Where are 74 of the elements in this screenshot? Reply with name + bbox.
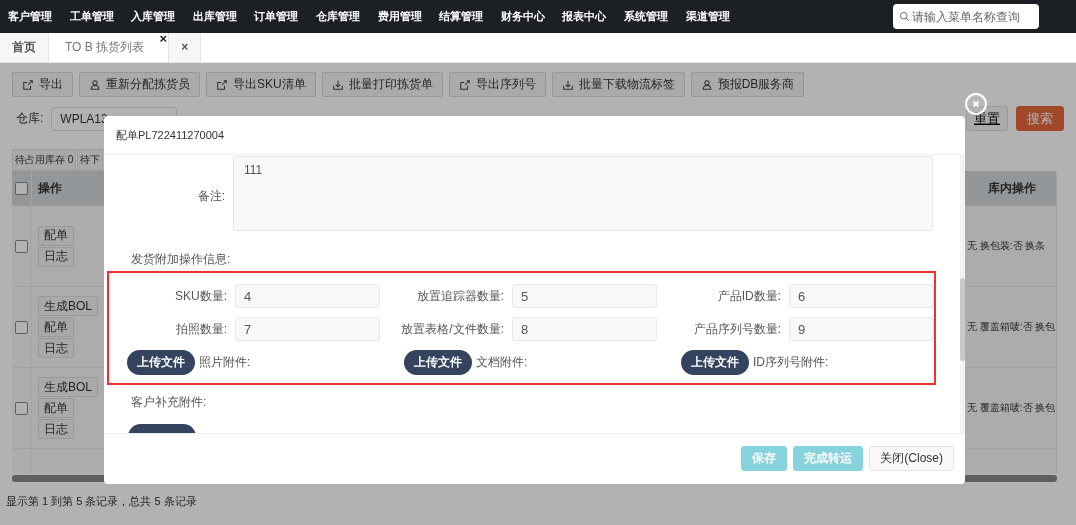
input-field[interactable]: 5 [512,284,657,308]
field-label: 产品序列号数量: [692,321,781,338]
user-icon [89,78,101,91]
checkbox[interactable] [15,401,28,415]
pagination-info: 显示第 1 到第 5 条记录，总共 5 条记录 [6,494,198,509]
toolbar-button[interactable]: 导出SKU清单 [206,72,316,97]
input-field[interactable]: 6 [789,284,934,308]
filter-label: 仓库: [16,110,44,127]
attachment-label: 照片附件: [199,353,251,371]
remark-field[interactable]: 111 [233,156,933,231]
row-action-button[interactable]: 日志 [38,246,74,267]
nav-menu-item[interactable]: 工单管理 [69,0,132,33]
nav-menu-item[interactable]: 报表中心 [562,0,624,33]
export-icon [216,78,228,91]
export-icon [22,78,34,91]
nav-menu-item[interactable]: 渠道管理 [685,0,748,33]
upload-button[interactable]: 上传文件 [681,349,749,375]
toolbar-button[interactable]: 导出 [12,72,73,97]
user-icon [700,78,713,91]
page-tab[interactable]: 首页 [0,33,49,62]
attachment-label: 文档附件: [476,353,528,371]
status-tab[interactable]: 待占用库存 0 [12,149,77,171]
toolbar-button[interactable]: 预报DB服务商 [690,72,805,97]
table-cell: 无 覆盖箱唛:否 换包 [967,320,1056,334]
nav-menu-item[interactable]: 费用管理 [377,0,440,33]
row-action-button[interactable]: 配单 [38,225,74,246]
toolbar-button[interactable]: 批量打印拣货单 [321,72,443,97]
nav-menu-item[interactable]: 财务中心 [500,0,563,33]
nav-menu-item[interactable]: 仓库管理 [315,0,378,33]
row-action-button[interactable]: 生成BOL [38,377,98,397]
section-title: 发货附加操作信息: [131,251,232,267]
field-label: 拍照数量: [174,321,227,338]
download-icon [331,78,344,91]
close-button[interactable]: 关闭(Close) [869,446,954,471]
row-action-button[interactable]: 日志 [38,419,74,439]
row-action-button[interactable]: 配单 [38,317,74,337]
input-field[interactable]: 8 [512,317,657,341]
input-field[interactable]: 9 [789,317,934,341]
close-icon [971,99,981,109]
field-label: 备注: [196,188,225,205]
status-tab[interactable]: 待下 [77,149,104,171]
table-cell: 无 覆盖箱唛:否 换包 [967,401,1056,415]
field-label: 放置追踪器数量: [415,288,504,305]
field-label: SKU数量: [174,288,227,305]
field-label: 产品ID数量: [716,288,781,305]
upload-button[interactable]: 上传文件 [127,349,195,375]
page-tab[interactable]: × [169,33,202,62]
search-icon [899,11,910,22]
upload-button[interactable]: 上传文件 [404,349,472,375]
toolbar-button[interactable]: 导出序列号 [448,72,546,97]
nav-menu-item[interactable]: 系统管理 [623,0,686,33]
nav-menu-item[interactable]: 订单管理 [254,0,316,33]
checkbox[interactable] [15,320,28,334]
scrollbar[interactable] [960,155,965,433]
nav-menu-item[interactable]: 出库管理 [192,0,255,33]
table-cell: 无 换包装:否 换条 [967,239,1046,253]
checkbox[interactable] [15,182,28,195]
toolbar-button[interactable]: 批量下载物流标签 [551,72,685,97]
download-icon [561,78,574,91]
search-field[interactable]: 请输入菜单名称查询 [893,4,1039,29]
dialog-title: 配单PL722411270004 [116,127,225,143]
attachment-label: ID序列号附件: [753,353,829,371]
input-field[interactable]: 7 [235,317,380,341]
row-action-button[interactable]: 配单 [38,398,74,418]
checkbox[interactable] [15,239,28,253]
nav-menu-item[interactable]: 客户管理 [8,0,70,33]
input-field[interactable]: 4 [235,284,380,308]
export-icon [458,78,471,91]
section-title: 客户补充附件: [131,394,208,410]
row-action-button[interactable]: 生成BOL [38,296,98,316]
field-label: 放置表格/文件数量: [400,321,504,338]
toolbar-button[interactable]: 重新分配拣货员 [79,72,200,97]
nav-menu-item[interactable]: 结算管理 [439,0,501,33]
row-action-button[interactable]: 日志 [38,338,74,358]
